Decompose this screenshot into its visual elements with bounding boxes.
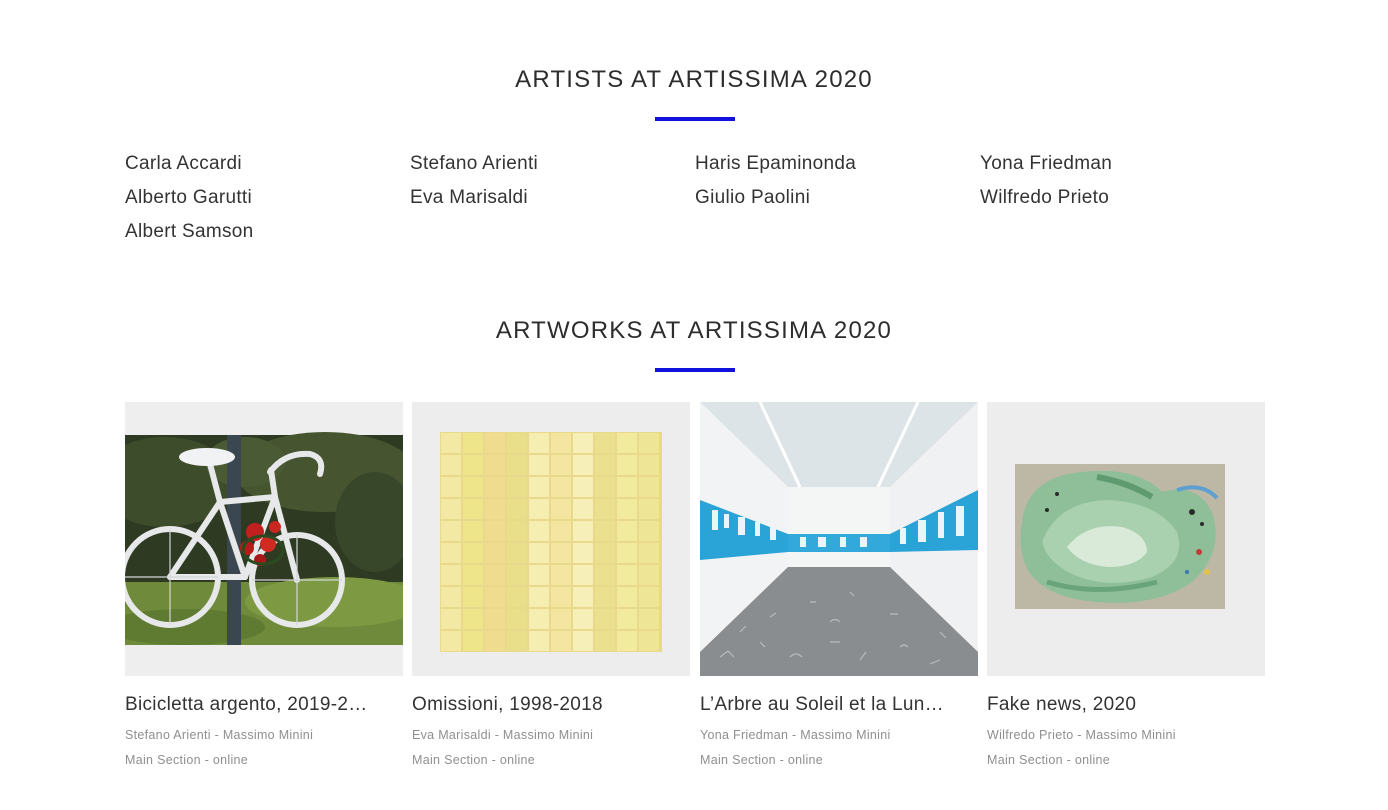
artwork-image-bicicletta[interactable] <box>125 402 403 676</box>
artist-link-haris-epaminonda[interactable]: Haris Epaminonda <box>695 151 980 185</box>
artist-link-wilfredo-prieto[interactable]: Wilfredo Prieto <box>980 185 1265 219</box>
artist-link-alberto-garutti[interactable]: Alberto Garutti <box>125 185 410 219</box>
artworks-list: Bicicletta argento, 2019-2… Stefano Arie… <box>125 402 1266 782</box>
artwork-section: Main Section - online <box>412 753 536 767</box>
artists-list: Carla Accardi Stefano Arienti Haris Epam… <box>125 151 1265 253</box>
artwork-image-fake-news[interactable] <box>987 402 1265 676</box>
artwork-image-omissioni[interactable] <box>412 402 690 676</box>
artwork-section: Main Section - online <box>125 753 249 767</box>
artists-title-underline <box>655 117 735 121</box>
artwork-title[interactable]: Fake news, 2020 <box>987 692 1249 718</box>
artwork-artist-gallery: Wilfredo Prieto - Massimo Minini <box>987 728 1176 742</box>
artist-link-giulio-paolini[interactable]: Giulio Paolini <box>695 185 980 219</box>
artwork-title[interactable]: L’Arbre au Soleil et la Lun… <box>700 692 962 718</box>
artwork-card[interactable]: Bicicletta argento, 2019-2… Stefano Arie… <box>125 402 403 773</box>
artworks-section-title: ARTWORKS AT ARTISSIMA 2020 <box>495 317 893 344</box>
artwork-artist-gallery: Yona Friedman - Massimo Minini <box>700 728 891 742</box>
artworks-title-underline <box>655 368 735 372</box>
artwork-artist-gallery: Stefano Arienti - Massimo Minini <box>125 728 314 742</box>
artwork-artist-gallery: Eva Marisaldi - Massimo Minini <box>412 728 594 742</box>
artwork-title[interactable]: Bicicletta argento, 2019-2… <box>125 692 387 718</box>
artist-link-yona-friedman[interactable]: Yona Friedman <box>980 151 1265 185</box>
artists-section-title: ARTISTS AT ARTISSIMA 2020 <box>515 66 873 93</box>
artwork-title[interactable]: Omissioni, 1998-2018 <box>412 692 674 718</box>
artwork-card[interactable]: Omissioni, 1998-2018 Eva Marisaldi - Mas… <box>412 402 690 773</box>
artist-link-albert-samson[interactable]: Albert Samson <box>125 219 410 253</box>
artwork-card[interactable]: L’Arbre au Soleil et la Lun… Yona Friedm… <box>700 402 978 773</box>
artwork-section: Main Section - online <box>987 753 1111 767</box>
artist-link-carla-accardi[interactable]: Carla Accardi <box>125 151 410 185</box>
artist-link-eva-marisaldi[interactable]: Eva Marisaldi <box>410 185 695 219</box>
artwork-card[interactable]: Fake news, 2020 Wilfredo Prieto - Massim… <box>987 402 1265 773</box>
artist-link-stefano-arienti[interactable]: Stefano Arienti <box>410 151 695 185</box>
artwork-section: Main Section - online <box>700 753 824 767</box>
artwork-image-arbre-soleil-lune[interactable] <box>700 402 978 676</box>
